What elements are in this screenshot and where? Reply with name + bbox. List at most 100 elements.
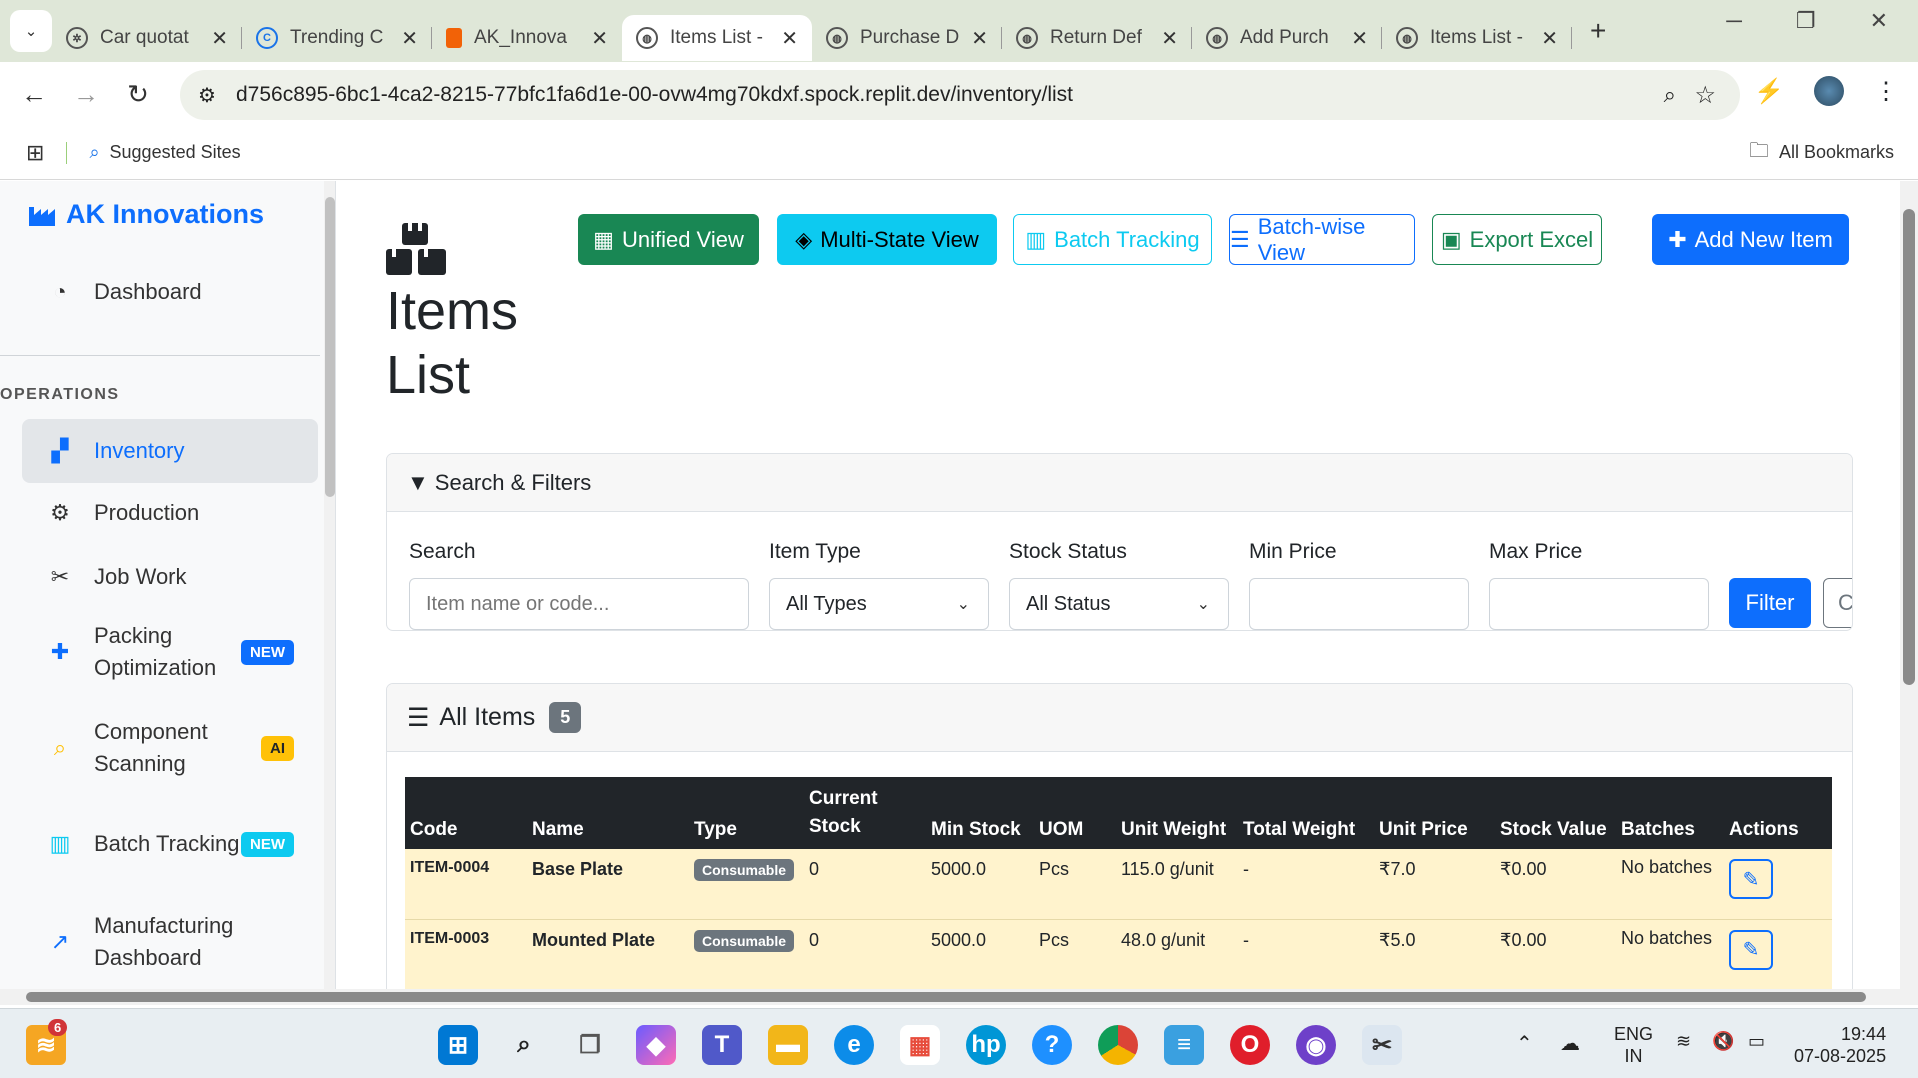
- browser-tab[interactable]: AK_Innova ✕: [432, 15, 622, 61]
- file-explorer-icon[interactable]: ▬: [768, 1025, 808, 1065]
- new-tab-button[interactable]: +: [1590, 15, 1606, 47]
- sidebar-item-job-work[interactable]: ✂ Job Work: [22, 551, 318, 603]
- performance-icon[interactable]: ⚡: [1754, 77, 1784, 106]
- chrome-icon[interactable]: [1098, 1025, 1138, 1065]
- column-header[interactable]: Total Weight: [1238, 777, 1374, 849]
- search-icon: ⌕: [89, 142, 100, 162]
- close-tab-icon[interactable]: ✕: [1351, 26, 1368, 51]
- sidebar-item-component-scanning[interactable]: ⌕ Component Scanning AI: [22, 713, 318, 783]
- store-icon[interactable]: ▦: [900, 1025, 940, 1065]
- snipping-tool-icon[interactable]: ✂: [1362, 1025, 1402, 1065]
- close-window-icon[interactable]: ✕: [1870, 8, 1888, 34]
- column-header[interactable]: Name: [527, 777, 689, 849]
- column-header[interactable]: Actions: [1724, 777, 1832, 849]
- windows-start-icon[interactable]: ⊞: [438, 1025, 478, 1065]
- browser-tab[interactable]: ◍ Items List - ✕: [1382, 15, 1572, 61]
- bookmark-star-icon[interactable]: ☆: [1694, 81, 1716, 110]
- browser-tab-active[interactable]: ◍ Items List - ✕: [622, 15, 812, 61]
- c-icon: C: [256, 27, 278, 49]
- stock-status-select[interactable]: All Status ⌄: [1009, 578, 1229, 630]
- back-icon[interactable]: ←: [8, 79, 60, 110]
- search-icon[interactable]: ⌕: [504, 1025, 544, 1065]
- menu-icon[interactable]: ⋮: [1874, 77, 1898, 106]
- batch-wise-view-button[interactable]: ☰ Batch-wise View: [1229, 214, 1415, 265]
- notepad-icon[interactable]: ≡: [1164, 1025, 1204, 1065]
- multi-state-view-button[interactable]: ◈ Multi-State View: [777, 214, 997, 265]
- clear-button[interactable]: Clear: [1823, 578, 1852, 628]
- browser-tab[interactable]: ◍ Purchase D ✕: [812, 15, 1002, 61]
- close-tab-icon[interactable]: ✕: [1541, 26, 1558, 51]
- search-input[interactable]: [409, 578, 749, 630]
- batch-tracking-button[interactable]: ▥ Batch Tracking: [1013, 214, 1212, 265]
- onedrive-icon[interactable]: ☁: [1560, 1031, 1580, 1056]
- browser-tab[interactable]: C Trending C ✕: [242, 15, 432, 61]
- zoom-icon[interactable]: ⌕: [1664, 82, 1676, 108]
- close-tab-icon[interactable]: ✕: [591, 26, 608, 51]
- min-price-input[interactable]: [1249, 578, 1469, 630]
- close-tab-icon[interactable]: ✕: [781, 26, 798, 51]
- hp-icon[interactable]: hp: [966, 1025, 1006, 1065]
- sidebar-scrollbar[interactable]: [324, 181, 335, 997]
- help-icon[interactable]: ?: [1032, 1025, 1072, 1065]
- all-bookmarks-button[interactable]: 🗀 All Bookmarks: [1749, 136, 1894, 170]
- item-type-select[interactable]: All Types ⌄: [769, 578, 989, 630]
- teams-icon[interactable]: T: [702, 1025, 742, 1065]
- browser-tab[interactable]: ◍ Return Def ✕: [1002, 15, 1192, 61]
- column-header[interactable]: UOM: [1034, 777, 1116, 849]
- minimize-icon[interactable]: ─: [1726, 8, 1742, 34]
- table-header-row: Code Name Type Current Stock Min Stock U…: [405, 777, 1832, 849]
- sidebar-item-manufacturing-dashboard[interactable]: ↗ Manufacturing Dashboard: [22, 907, 318, 977]
- volume-muted-icon[interactable]: 🔇: [1712, 1031, 1734, 1052]
- export-excel-button[interactable]: ▣ Export Excel: [1432, 214, 1602, 265]
- column-header[interactable]: Current Stock: [804, 777, 926, 849]
- task-view-icon[interactable]: ❐: [570, 1025, 610, 1065]
- edit-button[interactable]: ✎: [1729, 929, 1773, 970]
- sidebar-item-batch-tracking[interactable]: ▥ Batch Tracking NEW: [22, 809, 318, 879]
- brand-link[interactable]: AK Innovations: [28, 199, 264, 230]
- column-header[interactable]: Min Stock: [926, 777, 1034, 849]
- copilot-icon[interactable]: ◆: [636, 1025, 676, 1065]
- language-indicator[interactable]: ENG IN: [1614, 1023, 1653, 1067]
- reload-icon[interactable]: ↻: [112, 79, 164, 110]
- battery-icon[interactable]: ▭: [1748, 1031, 1765, 1052]
- column-header[interactable]: Unit Weight: [1116, 777, 1238, 849]
- close-tab-icon[interactable]: ✕: [211, 26, 228, 51]
- page-horizontal-scrollbar[interactable]: [0, 989, 1918, 1005]
- edit-button[interactable]: ✎: [1729, 859, 1773, 899]
- filter-button[interactable]: Filter: [1729, 578, 1811, 628]
- page-vertical-scrollbar[interactable]: [1900, 181, 1918, 997]
- forward-icon[interactable]: →: [60, 79, 112, 110]
- sidebar-item-packing-optimization[interactable]: ✚ Packing Optimization NEW: [22, 617, 318, 687]
- show-hidden-icons[interactable]: ⌃: [1516, 1031, 1533, 1056]
- browser-tab[interactable]: ◍ Add Purch ✕: [1192, 15, 1382, 61]
- restore-icon[interactable]: ❐: [1796, 8, 1816, 34]
- column-header[interactable]: Stock Value: [1495, 777, 1616, 849]
- profile-avatar[interactable]: [1814, 76, 1844, 106]
- close-tab-icon[interactable]: ✕: [971, 26, 988, 51]
- column-header[interactable]: Type: [689, 777, 804, 849]
- opera-icon[interactable]: O: [1230, 1025, 1270, 1065]
- wifi-icon[interactable]: ≋: [1676, 1031, 1691, 1052]
- close-tab-icon[interactable]: ✕: [401, 26, 418, 51]
- url-bar[interactable]: ⚙ d756c895-6bc1-4ca2-8215-77bfc1fa6d1e-0…: [180, 70, 1740, 120]
- max-price-input[interactable]: [1489, 578, 1709, 630]
- table-row: ITEM-0004 Base Plate Consumable 0 5000.0…: [405, 849, 1832, 920]
- sidebar-item-dashboard[interactable]: ◔ Dashboard: [22, 267, 318, 317]
- tab-search-button[interactable]: ⌄: [10, 10, 52, 52]
- clock[interactable]: 19:44 07-08-2025: [1794, 1023, 1886, 1067]
- site-info-icon[interactable]: ⚙: [198, 83, 216, 108]
- column-header[interactable]: Batches: [1616, 777, 1724, 849]
- column-header[interactable]: Code: [405, 777, 527, 849]
- unified-view-button[interactable]: ▦ Unified View: [578, 214, 759, 265]
- close-tab-icon[interactable]: ✕: [1161, 26, 1178, 51]
- current-stock: 0: [804, 849, 926, 920]
- browser-tab[interactable]: ✲ Car quotat ✕: [52, 15, 242, 61]
- add-new-item-button[interactable]: ✚ Add New Item: [1652, 214, 1849, 265]
- sidebar-item-production[interactable]: ⚙ Production: [22, 487, 318, 539]
- github-icon[interactable]: ◉: [1296, 1025, 1336, 1065]
- edge-icon[interactable]: e: [834, 1025, 874, 1065]
- column-header[interactable]: Unit Price: [1374, 777, 1495, 849]
- suggested-sites-link[interactable]: Suggested Sites: [110, 142, 241, 163]
- apps-grid-icon[interactable]: ⊞: [26, 140, 44, 166]
- sidebar-item-inventory[interactable]: ▞ Inventory: [22, 419, 318, 483]
